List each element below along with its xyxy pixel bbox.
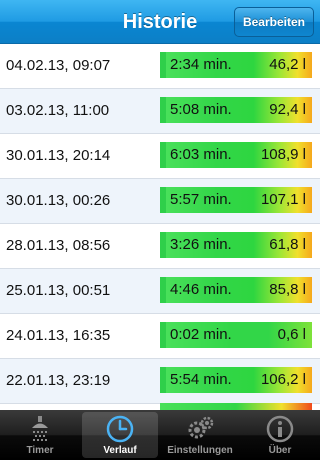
history-row[interactable]: 25.01.13, 00:51 4:46 min. 85,8 l — [0, 269, 320, 314]
usage-bar: 6:03 min. 108,9 l — [160, 142, 312, 168]
clock-icon — [106, 415, 134, 443]
usage-bar: 5:08 min. 92,4 l — [160, 97, 312, 123]
tab-label: Verlauf — [103, 445, 137, 456]
edit-button[interactable]: Bearbeiten — [233, 7, 314, 37]
entry-volume: 61,8 l — [269, 236, 306, 253]
tab-about[interactable]: Über — [242, 412, 318, 458]
entry-volume: 108,9 l — [260, 146, 306, 163]
usage-bar: 0:02 min. 0,6 l — [160, 322, 312, 348]
usage-bar: 2:34 min. 46,2 l — [160, 52, 312, 78]
gears-icon — [188, 416, 214, 439]
entry-duration: 4:46 min. — [170, 281, 232, 298]
usage-bar: 5:54 min. 106,2 l — [160, 367, 312, 393]
usage-bar: 4:46 min. 85,8 l — [160, 277, 312, 303]
tab-timer[interactable]: Timer — [2, 412, 78, 458]
shower-icon — [32, 416, 48, 441]
entry-date: 28.01.13, 08:56 — [6, 237, 111, 254]
entry-date: 22.01.13, 23:19 — [6, 372, 111, 389]
entry-date: 30.01.13, 00:26 — [6, 192, 111, 209]
history-row[interactable]: 30.01.13, 20:14 6:03 min. 108,9 l — [0, 134, 320, 179]
tab-label: Über — [268, 445, 292, 456]
entry-volume: 0,6 l — [277, 326, 306, 343]
history-list[interactable]: 04.02.13, 09:07 2:34 min. 46,2 l 03.02.1… — [0, 44, 320, 410]
entry-volume: 92,4 l — [269, 101, 306, 118]
usage-bar: 3:26 min. 61,8 l — [160, 232, 312, 258]
entry-date: 03.02.13, 11:00 — [6, 102, 110, 119]
history-row[interactable]: 04.02.13, 09:07 2:34 min. 46,2 l — [0, 44, 320, 89]
history-row[interactable]: 28.01.13, 08:56 3:26 min. 61,8 l — [0, 224, 320, 269]
entry-volume: 46,2 l — [269, 56, 306, 73]
entry-duration: 6:03 min. — [170, 146, 232, 163]
entry-volume: 107,1 l — [260, 191, 306, 208]
entry-date: 24.01.13, 16:35 — [6, 327, 111, 344]
info-icon — [266, 415, 294, 443]
entry-date: 25.01.13, 00:51 — [6, 282, 111, 299]
entry-duration: 0:02 min. — [170, 326, 232, 343]
tab-label: Einstellungen — [167, 445, 233, 456]
entry-date: 30.01.13, 20:14 — [6, 147, 111, 164]
history-row[interactable]: 03.02.13, 11:00 5:08 min. 92,4 l — [0, 89, 320, 134]
tab-history[interactable]: Verlauf — [82, 412, 158, 458]
history-row[interactable]: 30.01.13, 00:26 5:57 min. 107,1 l — [0, 179, 320, 224]
tab-label: Timer — [26, 445, 54, 456]
tab-bar: Timer Verlauf Einstellungen Über — [0, 410, 320, 460]
entry-duration: 5:54 min. — [170, 371, 232, 388]
entry-volume: 85,8 l — [269, 281, 306, 298]
history-row[interactable]: 22.01.13, 23:19 5:54 min. 106,2 l — [0, 359, 320, 404]
entry-duration: 2:34 min. — [170, 56, 232, 73]
entry-duration: 5:08 min. — [170, 101, 232, 118]
usage-bar: 5:57 min. 107,1 l — [160, 187, 312, 213]
navigation-bar: Historie Bearbeiten — [0, 0, 320, 44]
history-row[interactable]: 24.01.13, 16:35 0:02 min. 0,6 l — [0, 314, 320, 359]
entry-volume: 106,2 l — [260, 371, 306, 388]
entry-duration: 5:57 min. — [170, 191, 232, 208]
entry-duration: 3:26 min. — [170, 236, 232, 253]
tab-settings[interactable]: Einstellungen — [162, 412, 238, 458]
entry-date: 04.02.13, 09:07 — [6, 57, 111, 74]
